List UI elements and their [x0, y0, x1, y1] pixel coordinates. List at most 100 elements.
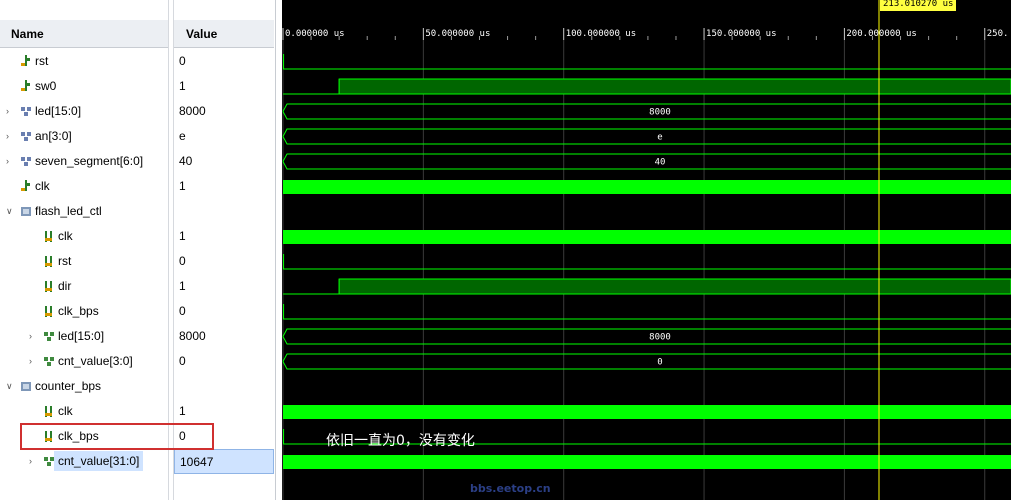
internal-bit-icon	[43, 404, 55, 418]
signal-row[interactable]: dir	[0, 274, 168, 299]
signal-name: sw0	[35, 79, 57, 93]
bus-wave	[282, 353, 1011, 370]
signal-name: seven_segment[6:0]	[35, 154, 144, 168]
signal-value: 0	[179, 54, 186, 68]
signal-name: cnt_value[31:0]	[54, 451, 144, 471]
time-tick-label: 200.000000 us	[846, 29, 916, 39]
time-tick-label: 0.000000 us	[285, 29, 345, 39]
signal-row[interactable]: › led[15:0]	[0, 99, 168, 124]
signal-value: e	[179, 129, 186, 143]
signal-row[interactable]: clk	[0, 224, 168, 249]
bus-wave	[282, 103, 1011, 120]
waveform-canvas[interactable]: 0.000000 us 50.000000 us 100.000000 us 150.…	[282, 0, 1011, 500]
expand-icon[interactable]: ›	[6, 131, 14, 141]
signal-edge	[283, 304, 285, 320]
signal-row[interactable]: ∨ flash_led_ctl	[0, 199, 168, 224]
expand-icon[interactable]: ›	[29, 331, 37, 341]
expand-icon[interactable]: ›	[29, 356, 37, 366]
expand-icon[interactable]: ›	[29, 456, 37, 466]
time-tick-label: 100.000000 us	[566, 29, 636, 39]
clock-wave	[283, 455, 1011, 469]
signal-value: 8000	[179, 329, 206, 343]
bit-signal-icon	[20, 179, 32, 193]
signal-edge	[283, 429, 285, 445]
signal-edge	[283, 54, 285, 70]
signal-name: flash_led_ctl	[35, 204, 102, 218]
signal-value: 40	[179, 154, 193, 168]
clock-wave	[283, 230, 1011, 244]
bus-value-label: e	[657, 133, 662, 143]
signal-value: 1	[179, 279, 186, 293]
internal-bus-icon	[43, 329, 55, 343]
bus-wave	[282, 328, 1011, 345]
expand-icon[interactable]: ›	[6, 156, 14, 166]
internal-bit-icon	[43, 229, 55, 243]
bus-wave	[282, 153, 1011, 170]
bus-signal-icon	[20, 154, 32, 168]
signal-row[interactable]: › seven_segment[6:0]	[0, 149, 168, 174]
signal-name: rst	[35, 54, 49, 68]
collapse-icon[interactable]: ∨	[6, 206, 14, 216]
bit-signal-icon	[20, 79, 32, 93]
signal-value: 1	[179, 79, 186, 93]
watermark-text: bbs.eetop.cn	[470, 482, 551, 495]
signal-row[interactable]: clk_bps	[0, 299, 168, 324]
bit-signal-icon	[20, 54, 32, 68]
signal-row[interactable]: › cnt_value[31:0]	[0, 449, 168, 474]
pane-splitter[interactable]	[275, 0, 282, 500]
signal-value: 1	[179, 229, 186, 243]
signal-value: 0	[179, 354, 186, 368]
signal-value	[174, 374, 274, 399]
waveform-view[interactable]: 0.000000 us 50.000000 us 100.000000 us 150.…	[282, 0, 1011, 500]
time-tick-label: 150.000000 us	[706, 29, 776, 39]
signal-row[interactable]: › an[3:0]	[0, 124, 168, 149]
module-icon	[20, 379, 32, 393]
signal-name: clk	[58, 404, 73, 418]
value-column-header[interactable]: Value	[174, 20, 274, 48]
internal-bit-icon	[43, 254, 55, 268]
signal-row[interactable]: › led[15:0]	[0, 324, 168, 349]
bus-value-label: 40	[655, 158, 666, 168]
signal-row[interactable]: › cnt_value[3:0]	[0, 349, 168, 374]
signal-name: rst	[58, 254, 72, 268]
clock-wave	[283, 180, 1011, 194]
signal-row[interactable]: clk	[0, 399, 168, 424]
bus-value-label: 8000	[649, 333, 671, 343]
signal-name: clk_bps	[58, 304, 99, 318]
cursor-time-label: 213.010270 us	[880, 0, 957, 11]
signal-edge	[283, 79, 340, 95]
annotation-text: 依旧一直为0，没有变化	[326, 433, 475, 449]
signal-edge	[283, 279, 340, 295]
name-column-header[interactable]: Name	[0, 20, 168, 48]
high-level	[338, 78, 1011, 95]
signal-name: led[15:0]	[58, 329, 105, 343]
signal-value	[174, 199, 274, 224]
signal-value: 10647	[174, 449, 274, 474]
internal-bit-icon	[43, 279, 55, 293]
signal-name: dir	[58, 279, 72, 293]
signal-value: 0	[179, 304, 186, 318]
signal-name: counter_bps	[35, 379, 102, 393]
bus-wave	[282, 128, 1011, 145]
module-icon	[20, 204, 32, 218]
signal-value: 1	[179, 179, 186, 193]
high-level	[338, 278, 1011, 295]
signal-value: 0	[179, 254, 186, 268]
signal-name: led[15:0]	[35, 104, 82, 118]
signal-row[interactable]: rst	[0, 249, 168, 274]
signal-name: cnt_value[3:0]	[58, 354, 133, 368]
signal-row[interactable]: sw0	[0, 74, 168, 99]
signal-edge	[283, 254, 285, 270]
clock-wave	[283, 405, 1011, 419]
time-tick-label: 250.	[987, 29, 1009, 39]
bus-signal-icon	[20, 104, 32, 118]
signal-name: clk	[35, 179, 50, 193]
signal-row[interactable]: clk	[0, 174, 168, 199]
signal-value: 1	[179, 404, 186, 418]
time-tick-label: 50.000000 us	[425, 29, 490, 39]
internal-bit-icon	[43, 304, 55, 318]
expand-icon[interactable]: ›	[6, 106, 14, 116]
signal-row[interactable]: ∨ counter_bps	[0, 374, 168, 399]
signal-row[interactable]: rst	[0, 49, 168, 74]
collapse-icon[interactable]: ∨	[6, 381, 14, 391]
